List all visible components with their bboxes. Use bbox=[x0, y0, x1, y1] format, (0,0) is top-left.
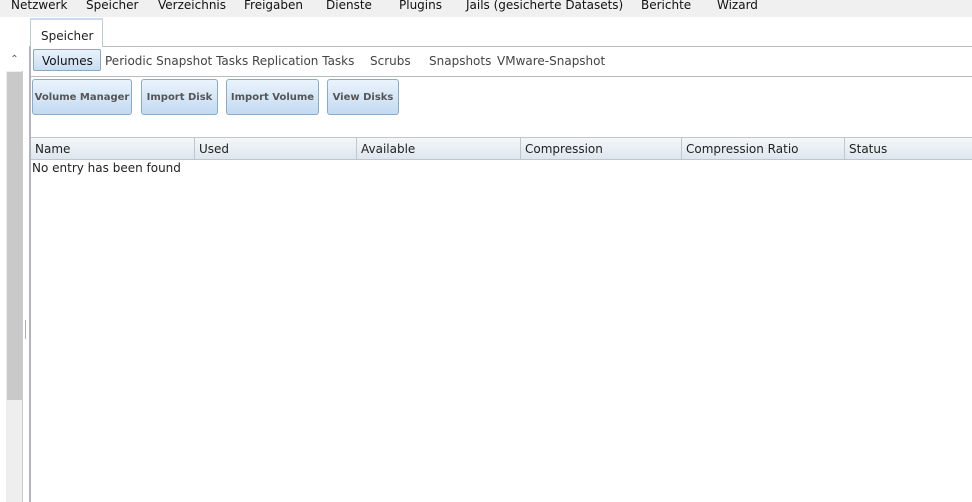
subtab-scrubs[interactable]: Scrubs bbox=[370, 54, 411, 68]
subtab-bar: Volumes Periodic Snapshot Tasks Replicat… bbox=[31, 49, 972, 77]
subtab-periodic-snapshot-tasks[interactable]: Periodic Snapshot Tasks bbox=[105, 54, 248, 68]
volumes-table-header: Name Used Available Compression Compress… bbox=[31, 137, 972, 160]
menu-plugins[interactable]: Plugins bbox=[399, 0, 442, 12]
content-border bbox=[29, 46, 31, 502]
menu-verzeichnis[interactable]: Verzeichnis bbox=[158, 0, 226, 12]
subtab-vmware-snapshot[interactable]: VMware-Snapshot bbox=[497, 54, 605, 68]
import-volume-button[interactable]: Import Volume bbox=[226, 79, 319, 115]
import-disk-button[interactable]: Import Disk bbox=[141, 79, 218, 115]
subtab-snapshots[interactable]: Snapshots bbox=[429, 54, 491, 68]
subtab-replication-tasks[interactable]: Replication Tasks bbox=[252, 54, 354, 68]
column-compression[interactable]: Compression bbox=[521, 138, 682, 160]
menu-wizard[interactable]: Wizard bbox=[717, 0, 758, 12]
column-name[interactable]: Name bbox=[31, 138, 195, 160]
menu-freigaben[interactable]: Freigaben bbox=[244, 0, 303, 12]
column-compression-ratio[interactable]: Compression Ratio bbox=[682, 138, 845, 160]
menu-netzwerk[interactable]: Netzwerk bbox=[11, 0, 67, 12]
scroll-up-icon[interactable]: ⌃ bbox=[6, 54, 23, 71]
tab-speicher[interactable]: Speicher bbox=[30, 18, 103, 47]
column-available[interactable]: Available bbox=[357, 138, 521, 160]
menu-jails[interactable]: Jails (gesicherte Datasets) bbox=[466, 0, 623, 12]
scroll-thumb[interactable] bbox=[7, 72, 22, 400]
splitter-handle[interactable] bbox=[25, 320, 26, 339]
column-used[interactable]: Used bbox=[195, 138, 357, 160]
column-status[interactable]: Status bbox=[845, 138, 972, 160]
top-menu: Netzwerk Speicher Verzeichnis Freigaben … bbox=[0, 0, 972, 17]
menu-speicher[interactable]: Speicher bbox=[86, 0, 138, 12]
subtab-volumes[interactable]: Volumes bbox=[33, 49, 101, 71]
view-disks-button[interactable]: View Disks bbox=[327, 79, 399, 115]
menu-berichte[interactable]: Berichte bbox=[641, 0, 691, 12]
sidebar-scrollbar[interactable]: ⌃ bbox=[6, 54, 23, 502]
tab-divider bbox=[103, 46, 972, 47]
empty-message: No entry has been found bbox=[32, 161, 181, 175]
volume-manager-button[interactable]: Volume Manager bbox=[32, 79, 132, 115]
menu-dienste[interactable]: Dienste bbox=[326, 0, 372, 12]
